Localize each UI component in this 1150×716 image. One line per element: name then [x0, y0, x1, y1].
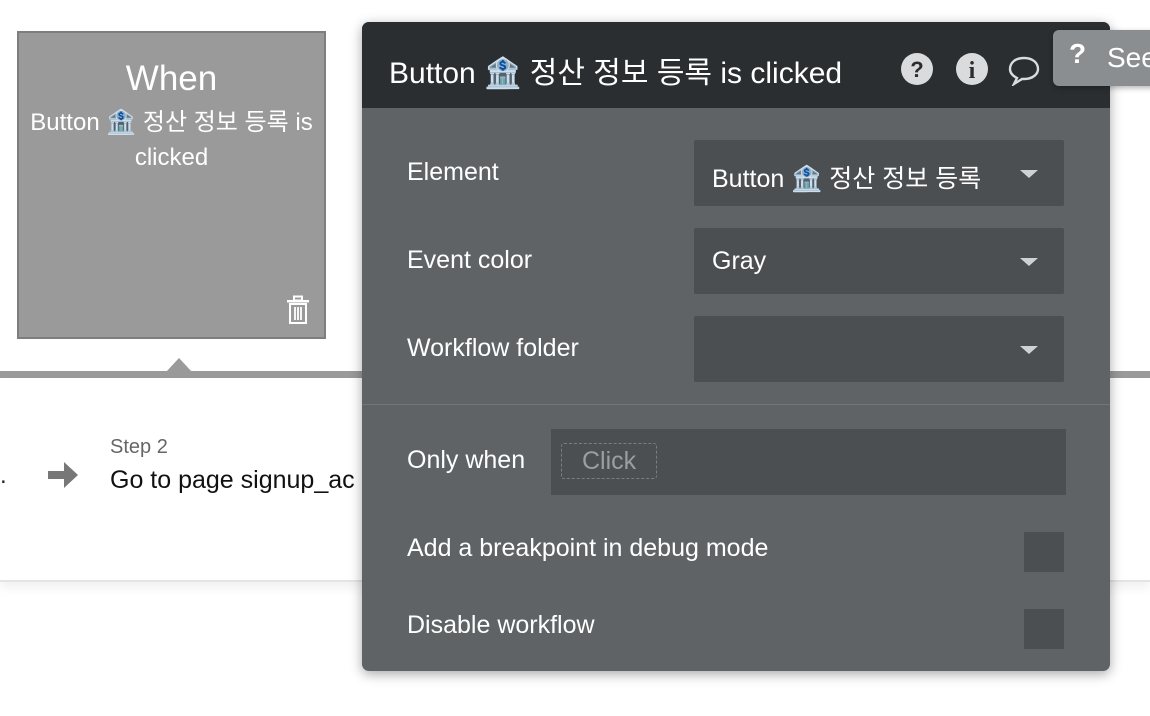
event-card-description: Button 🏦 정산 정보 등록 is clicked: [30, 109, 313, 171]
see-tab-label: See: [1107, 42, 1150, 73]
comment-icon[interactable]: [1007, 52, 1041, 86]
arrow-right-icon: [48, 462, 78, 488]
event-color-label: Event color: [407, 246, 533, 274]
event-card[interactable]: When Button 🏦 정산 정보 등록 is clicked: [17, 31, 326, 339]
step-description: Go to page signup_ac: [110, 466, 355, 494]
trash-icon[interactable]: [284, 295, 312, 325]
chevron-down-icon: [1020, 258, 1038, 266]
panel-header: Button 🏦 정산 정보 등록 is clicked ? i: [362, 22, 1110, 108]
help-circle-icon[interactable]: ?: [900, 52, 934, 86]
event-color-dropdown[interactable]: Gray: [694, 228, 1064, 294]
panel-title: Button 🏦 정산 정보 등록 is clicked: [389, 57, 843, 90]
workflow-folder-dropdown[interactable]: [694, 316, 1064, 382]
selected-event-pointer: [166, 358, 192, 372]
event-color-value: Gray: [712, 247, 767, 275]
question-icon: ?: [1069, 38, 1087, 69]
event-card-heading: When: [125, 59, 218, 98]
only-when-label: Only when: [407, 446, 526, 474]
svg-text:i: i: [969, 58, 976, 84]
chevron-down-icon: [1020, 170, 1038, 178]
element-dropdown-value: Button 🏦 정산 정보 등록: [712, 165, 982, 193]
element-label: Element: [407, 158, 499, 186]
previous-step-fragment: .: [0, 462, 7, 489]
disable-workflow-checkbox[interactable]: [1024, 609, 1064, 649]
chevron-down-icon: [1020, 346, 1038, 354]
breakpoint-label: Add a breakpoint in debug mode: [407, 534, 769, 562]
workflow-folder-label: Workflow folder: [407, 334, 579, 362]
breakpoint-checkbox[interactable]: [1024, 532, 1064, 572]
only-when-condition-field[interactable]: Click: [551, 429, 1066, 495]
info-icon[interactable]: i: [955, 52, 989, 86]
step-label: Step 2: [110, 436, 168, 458]
section-divider: [362, 404, 1110, 405]
event-properties-panel: Button 🏦 정산 정보 등록 is clicked ? i Element…: [362, 22, 1110, 671]
see-reference-tab[interactable]: ? See: [1053, 30, 1150, 86]
condition-placeholder[interactable]: Click: [561, 443, 658, 479]
disable-workflow-label: Disable workflow: [407, 611, 595, 639]
svg-text:?: ?: [910, 57, 923, 82]
element-dropdown[interactable]: Button 🏦 정산 정보 등록: [694, 140, 1064, 206]
